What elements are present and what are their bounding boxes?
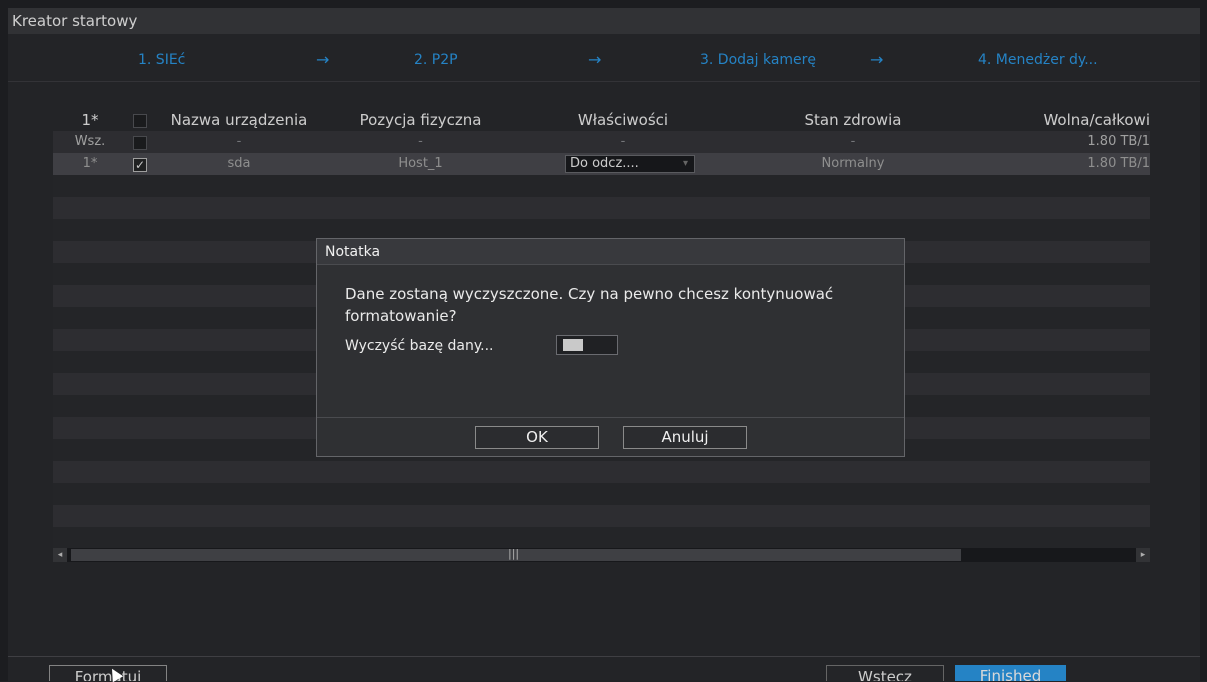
dialog-footer: OK Anuluj [317,417,904,458]
toggle-knob [563,339,583,351]
clear-database-label: Wyczyść bazę dany... [345,338,494,354]
confirm-format-dialog: Notatka Dane zostaną wyczyszczone. Czy n… [316,238,905,457]
dialog-message: Dane zostaną wyczyszczone. Czy na pewno … [345,285,834,325]
clear-database-toggle[interactable] [556,335,618,355]
cancel-button[interactable]: Anuluj [623,426,747,449]
dialog-title: Notatka [317,239,904,265]
ok-button[interactable]: OK [475,426,599,449]
